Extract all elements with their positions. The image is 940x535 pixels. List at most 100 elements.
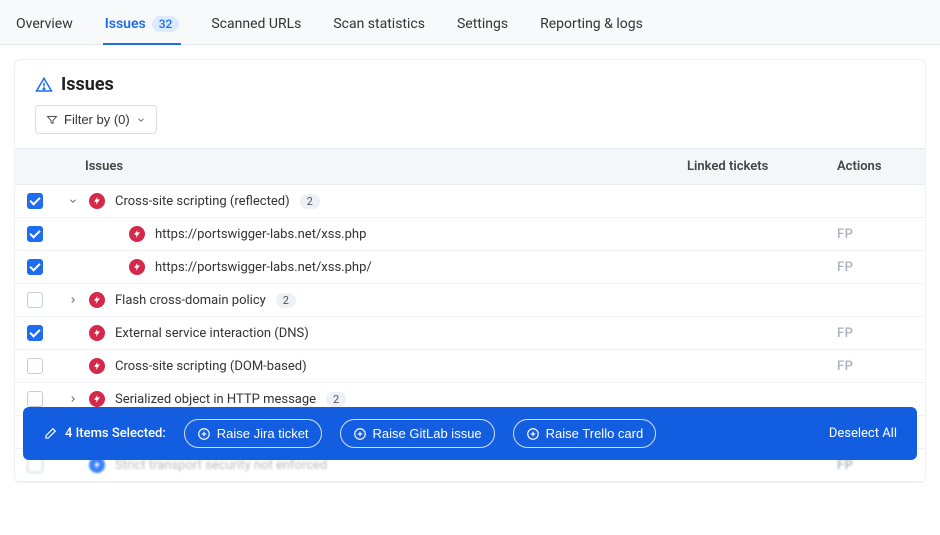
- severity-critical-icon: [89, 325, 105, 341]
- button-label: Raise Trello card: [546, 426, 644, 441]
- plus-circle-icon: [197, 427, 211, 441]
- row-issue-cell: https://portswigger-labs.net/xss.php/: [55, 251, 675, 284]
- tab-label: Scanned URLs: [211, 16, 301, 32]
- row-checkbox[interactable]: [27, 292, 43, 308]
- row-checkbox-cell: [15, 218, 55, 251]
- chevron-right-icon[interactable]: [67, 295, 79, 305]
- row-checkbox-cell: [15, 251, 55, 284]
- table-row: Cross-site scripting (DOM-based) FP: [15, 350, 925, 383]
- row-linked-cell: [675, 185, 825, 218]
- warning-triangle-icon: [35, 76, 53, 94]
- tab-issues[interactable]: Issues 32: [103, 10, 182, 44]
- chevron-down-icon[interactable]: [67, 196, 79, 206]
- panel-header: Issues: [15, 74, 925, 105]
- row-linked-cell: [675, 317, 825, 350]
- issue-label[interactable]: External service interaction (DNS): [115, 326, 309, 341]
- table-row: Flash cross-domain policy 2: [15, 284, 925, 317]
- fp-action[interactable]: FP: [837, 326, 853, 341]
- issue-label[interactable]: Cross-site scripting (DOM-based): [115, 359, 307, 374]
- button-label: Raise Jira ticket: [217, 426, 309, 441]
- issue-label[interactable]: Serialized object in HTTP message: [115, 392, 316, 407]
- tab-overview[interactable]: Overview: [14, 10, 75, 44]
- row-issue-cell: External service interaction (DNS): [55, 317, 675, 350]
- row-issue-cell: Flash cross-domain policy 2: [55, 284, 675, 317]
- chevron-down-icon: [136, 115, 146, 125]
- chevron-right-icon[interactable]: [67, 394, 79, 404]
- row-linked-cell: [675, 350, 825, 383]
- selection-bar: 4 Items Selected: Raise Jira ticket Rais…: [23, 407, 917, 460]
- row-issue-cell: Cross-site scripting (reflected) 2: [55, 185, 675, 218]
- table-row: https://portswigger-labs.net/xss.php/FP: [15, 251, 925, 284]
- row-actions-cell: FP: [825, 218, 925, 251]
- row-linked-cell: [675, 218, 825, 251]
- tab-bar: Overview Issues 32 Scanned URLs Scan sta…: [0, 0, 940, 45]
- row-checkbox-cell: [15, 350, 55, 383]
- row-issue-cell: Cross-site scripting (DOM-based): [55, 350, 675, 383]
- issue-label[interactable]: https://portswigger-labs.net/xss.php/: [155, 260, 372, 275]
- row-checkbox[interactable]: [27, 226, 43, 242]
- issue-label[interactable]: Cross-site scripting (reflected): [115, 194, 290, 209]
- row-checkbox-cell: [15, 317, 55, 350]
- issues-panel: Issues Filter by (0) Issues Linked ticke…: [14, 59, 926, 483]
- panel-title: Issues: [61, 74, 114, 95]
- col-issues-header: Issues: [55, 149, 675, 185]
- tab-reporting-logs[interactable]: Reporting & logs: [538, 10, 645, 44]
- raise-trello-button[interactable]: Raise Trello card: [513, 419, 657, 448]
- selection-count-text: 4 Items Selected:: [65, 426, 166, 441]
- severity-critical-icon: [89, 391, 105, 407]
- table-row: External service interaction (DNS) FP: [15, 317, 925, 350]
- issue-count-badge: 2: [326, 392, 346, 407]
- row-actions-cell: FP: [825, 317, 925, 350]
- tab-scanned-urls[interactable]: Scanned URLs: [209, 10, 303, 44]
- fp-action[interactable]: FP: [837, 359, 853, 374]
- row-checkbox-cell: [15, 185, 55, 218]
- row-actions-cell: [825, 284, 925, 317]
- selection-lead: 4 Items Selected:: [43, 426, 166, 441]
- issue-count-badge: 2: [300, 194, 320, 209]
- row-checkbox[interactable]: [27, 391, 43, 407]
- row-linked-cell: [675, 251, 825, 284]
- issue-count-badge: 2: [276, 293, 296, 308]
- tab-label: Reporting & logs: [540, 16, 643, 32]
- filter-button[interactable]: Filter by (0): [35, 105, 157, 134]
- fp-action[interactable]: FP: [837, 260, 853, 275]
- table-row: https://portswigger-labs.net/xss.php FP: [15, 218, 925, 251]
- col-checkbox-header: [15, 149, 55, 185]
- tab-settings[interactable]: Settings: [455, 10, 510, 44]
- button-label: Raise GitLab issue: [373, 426, 482, 441]
- row-actions-cell: FP: [825, 251, 925, 284]
- tab-label: Scan statistics: [333, 16, 425, 32]
- tab-label: Overview: [16, 16, 73, 32]
- raise-gitlab-button[interactable]: Raise GitLab issue: [340, 419, 495, 448]
- row-checkbox[interactable]: [27, 358, 43, 374]
- row-issue-cell: https://portswigger-labs.net/xss.php: [55, 218, 675, 251]
- issue-label[interactable]: Flash cross-domain policy: [115, 293, 266, 308]
- severity-critical-icon: [129, 226, 145, 242]
- filter-label: Filter by (0): [64, 112, 130, 127]
- issues-count-badge: 32: [152, 16, 180, 32]
- plus-circle-icon: [353, 427, 367, 441]
- row-actions-cell: FP: [825, 350, 925, 383]
- row-checkbox[interactable]: [27, 325, 43, 341]
- tab-scan-statistics[interactable]: Scan statistics: [331, 10, 427, 44]
- row-checkbox[interactable]: [27, 259, 43, 275]
- col-actions-header: Actions: [825, 149, 925, 185]
- raise-jira-button[interactable]: Raise Jira ticket: [184, 419, 322, 448]
- row-checkbox-cell: [15, 284, 55, 317]
- plus-circle-icon: [526, 427, 540, 441]
- severity-critical-icon: [129, 259, 145, 275]
- issue-label[interactable]: https://portswigger-labs.net/xss.php: [155, 227, 366, 242]
- row-actions-cell: [825, 185, 925, 218]
- tab-label: Settings: [457, 16, 508, 32]
- pencil-icon: [43, 427, 57, 441]
- tab-label: Issues: [105, 16, 146, 32]
- severity-critical-icon: [89, 292, 105, 308]
- row-linked-cell: [675, 284, 825, 317]
- filter-icon: [46, 114, 58, 126]
- row-checkbox[interactable]: [27, 193, 43, 209]
- severity-critical-icon: [89, 193, 105, 209]
- severity-critical-icon: [89, 358, 105, 374]
- fp-action[interactable]: FP: [837, 227, 853, 242]
- deselect-all-button[interactable]: Deselect All: [829, 426, 897, 441]
- table-row: Cross-site scripting (reflected) 2: [15, 185, 925, 218]
